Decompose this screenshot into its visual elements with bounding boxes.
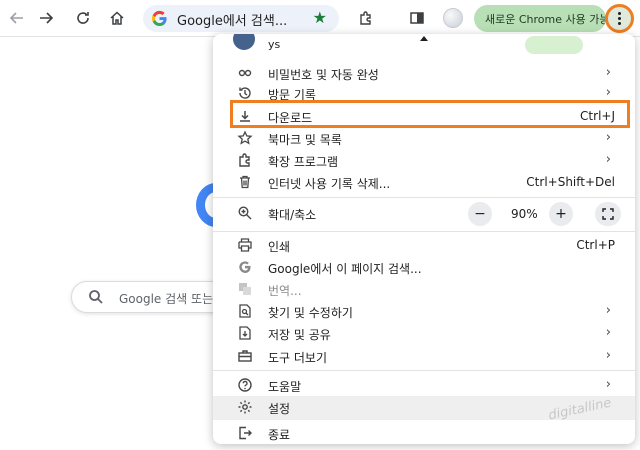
menu-divider	[213, 231, 635, 232]
menu-divider	[213, 370, 635, 371]
menu-item-label: 도구 더보기	[268, 351, 328, 365]
menu-item-label: 도움말	[268, 380, 302, 394]
menu-item-passwords[interactable]: 비밀번호 및 자동 완성 ›	[213, 62, 635, 84]
zoom-level: 90%	[511, 207, 538, 221]
fullscreen-button[interactable]	[595, 202, 621, 226]
chevron-right-icon: ›	[605, 85, 611, 100]
chevron-right-icon: ›	[605, 377, 611, 392]
profile-name: ys	[268, 38, 281, 51]
print-icon	[237, 237, 253, 253]
zoom-in-button[interactable]: +	[549, 202, 573, 226]
shortcut-label: Ctrl+P	[576, 238, 615, 252]
highlight-outline	[230, 100, 630, 128]
menu-item-label: 저장 및 공유	[268, 328, 331, 342]
browser-toolbar: Google에서 검색... ★ 새로운 Chrome 사용 가능	[0, 0, 640, 37]
chevron-right-icon: ›	[605, 130, 611, 145]
reload-button[interactable]	[70, 5, 96, 31]
home-icon	[110, 11, 124, 25]
menu-item-label: 비밀번호 및 자동 완성	[268, 68, 379, 82]
chevron-right-icon: ›	[605, 303, 611, 318]
chrome-main-menu: ys 비밀번호 및 자동 완성 › 방문 기록 › 다운로드 Ctrl+J 북마…	[213, 34, 635, 444]
puzzle-icon	[360, 11, 371, 25]
side-panel-icon	[410, 12, 424, 24]
gear-icon	[237, 399, 253, 415]
sync-status-badge	[525, 36, 583, 54]
forward-arrow-icon	[40, 12, 54, 24]
translate-icon	[237, 281, 253, 297]
key-icon	[237, 65, 253, 81]
menu-item-save-and-share[interactable]: 저장 및 공유 ›	[213, 322, 635, 344]
menu-divider	[213, 197, 635, 198]
menu-item-search-page-with-google[interactable]: Google에서 이 페이지 검색...	[213, 256, 635, 278]
search-placeholder: Google 검색 또는	[119, 292, 214, 306]
extensions-button[interactable]	[353, 5, 379, 31]
toolbox-icon	[237, 348, 253, 364]
google-g-icon	[151, 10, 167, 27]
update-chrome-button[interactable]: 새로운 Chrome 사용 가능	[474, 5, 606, 32]
menu-item-print[interactable]: 인쇄 Ctrl+P	[213, 234, 635, 256]
menu-item-label: 북마크 및 목록	[268, 133, 342, 147]
zoom-icon	[237, 205, 253, 221]
menu-item-label: Google에서 이 페이지 검색...	[268, 262, 422, 276]
history-icon	[237, 85, 253, 101]
bookmark-star-icon[interactable]: ★	[313, 9, 327, 27]
google-icon	[237, 259, 253, 275]
menu-item-label: 찾기 및 수정하기	[268, 306, 353, 320]
menu-dot	[618, 22, 621, 25]
menu-item-label: 번역...	[268, 284, 302, 298]
menu-item-extensions[interactable]: 확장 프로그램 ›	[213, 149, 635, 171]
chrome-menu-button[interactable]	[605, 4, 634, 33]
menu-item-translate: 번역...	[213, 278, 635, 300]
back-button[interactable]	[4, 5, 30, 31]
menu-item-label: 종료	[268, 428, 291, 442]
menu-item-help[interactable]: 도움말 ›	[213, 374, 635, 396]
menu-item-bookmarks[interactable]: 북마크 및 목록 ›	[213, 127, 635, 149]
menu-item-label: 설정	[268, 402, 291, 416]
forward-button[interactable]	[33, 5, 59, 31]
exit-icon	[237, 425, 253, 441]
menu-item-exit[interactable]: 종료	[213, 422, 635, 444]
menu-item-label: 인쇄	[268, 240, 291, 254]
menu-dot	[618, 12, 621, 15]
star-icon	[237, 130, 253, 146]
chevron-right-icon: ›	[605, 325, 611, 340]
chevron-right-icon: ›	[605, 65, 611, 80]
home-button[interactable]	[104, 5, 130, 31]
menu-dot	[618, 17, 621, 20]
find-icon	[237, 303, 253, 319]
menu-item-clear-browsing-data[interactable]: 인터넷 사용 기록 삭제... Ctrl+Shift+Del	[213, 171, 635, 193]
profile-avatar[interactable]	[443, 8, 463, 28]
save-share-icon	[237, 325, 253, 341]
reload-icon	[77, 12, 89, 24]
menu-item-label: 인터넷 사용 기록 삭제...	[268, 177, 391, 191]
chevron-right-icon: ›	[605, 152, 611, 167]
profile-avatar-icon	[233, 34, 255, 50]
menu-item-label: 확장 프로그램	[268, 155, 339, 169]
zoom-out-button[interactable]: −	[468, 202, 492, 226]
menu-item-more-tools[interactable]: 도구 더보기 ›	[213, 345, 635, 367]
menu-cursor-caret	[420, 36, 428, 41]
search-icon	[89, 290, 103, 304]
chevron-right-icon: ›	[605, 348, 611, 363]
menu-item-label: 확대/축소	[268, 208, 317, 222]
help-icon	[237, 377, 253, 393]
menu-item-find-and-edit[interactable]: 찾기 및 수정하기 ›	[213, 300, 635, 322]
address-bar[interactable]: Google에서 검색... ★	[143, 5, 339, 32]
fullscreen-icon	[602, 208, 614, 220]
trash-icon	[237, 174, 253, 190]
shortcut-label: Ctrl+Shift+Del	[526, 175, 615, 189]
back-arrow-icon	[9, 12, 23, 24]
extension-icon	[237, 152, 253, 168]
side-panel-button[interactable]	[404, 5, 430, 31]
address-bar-text: Google에서 검색...	[177, 14, 288, 29]
